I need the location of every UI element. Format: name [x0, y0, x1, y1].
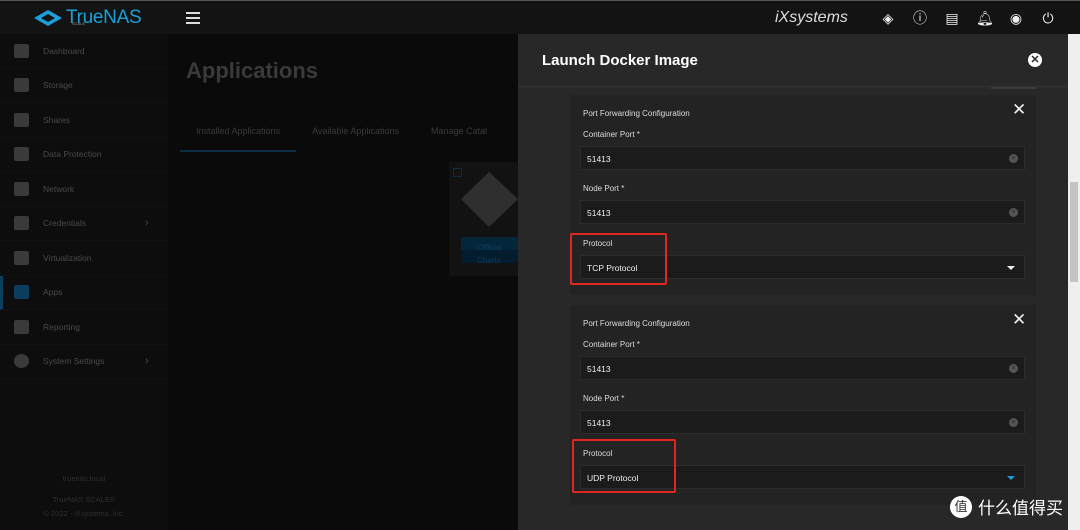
app-logo-icon	[461, 172, 518, 227]
power-icon[interactable]: ⏻	[1040, 10, 1056, 26]
bell-icon[interactable]: 🔔︎	[976, 10, 994, 26]
node-port-value: 51413	[587, 208, 611, 218]
chevron-right-icon: ›	[145, 355, 149, 368]
copyright: © 2022 - iXsystems, Inc.	[43, 509, 125, 518]
sidebar-item-apps[interactable]: Apps	[0, 275, 168, 310]
container-port-value: 51413	[587, 364, 611, 374]
sidebar-item-label: Reporting	[43, 321, 80, 332]
remove-card-button[interactable]: ✕	[1012, 100, 1026, 120]
dropdown-arrow-icon	[1007, 476, 1015, 480]
top-bar: TrueNAS SCALE iXsystems ◈ ⓘ ▤ 🔔︎ ◉ ⏻	[0, 0, 1080, 34]
sidebar-item-label: System Settings	[43, 356, 105, 367]
divider	[991, 87, 1037, 89]
menu-toggle-icon[interactable]	[186, 12, 200, 24]
sidebar-item-virtualization[interactable]: Virtualization	[0, 241, 168, 276]
clear-icon[interactable]: ×	[1009, 418, 1018, 427]
info-icon[interactable]: ⓘ	[912, 10, 928, 26]
brand-sub: SCALE	[72, 21, 86, 26]
sidebar-item-label: Storage	[43, 80, 73, 91]
sidebar-item-network[interactable]: Network	[0, 172, 168, 207]
gear-icon	[14, 354, 29, 369]
network-icon	[14, 181, 29, 196]
reporting-icon	[14, 319, 29, 334]
container-port-input[interactable]: 51413 ×	[580, 356, 1025, 380]
scrollbar-thumb[interactable]	[1070, 182, 1078, 282]
tab-manage-catalogs[interactable]: Manage Catalogs	[415, 122, 487, 152]
sidebar-item-credentials[interactable]: Credentials ›	[0, 207, 168, 241]
watermark-logo: 值	[950, 495, 972, 518]
card-title: Port Forwarding Configuration	[583, 109, 690, 118]
clipboard-icon[interactable]: ▤	[944, 10, 960, 26]
apps-icon	[14, 285, 29, 300]
panel-title: Launch Docker Image	[542, 52, 698, 69]
main-content: Applications Installed Applications Avai…	[168, 34, 518, 530]
watermark-text: 什么值得买	[978, 499, 1063, 518]
tab-installed-applications[interactable]: Installed Applications	[180, 122, 297, 152]
node-port-value: 51413	[587, 418, 611, 428]
sidebar-item-shares[interactable]: Shares	[0, 103, 168, 138]
sidebar-item-system-settings[interactable]: System Settings ›	[0, 345, 168, 379]
truecommand-icon[interactable]: ◈	[880, 10, 896, 26]
tab-available-applications[interactable]: Available Applications	[296, 122, 415, 152]
train-badge: Charts	[461, 250, 518, 265]
node-port-input[interactable]: 51413 ×	[580, 410, 1025, 434]
highlight-box	[570, 233, 667, 285]
catalog-badge: Official	[461, 237, 518, 252]
shield-icon	[14, 147, 29, 162]
card-title: Port Forwarding Configuration	[583, 319, 690, 328]
close-panel-button[interactable]: ✕	[1028, 53, 1042, 67]
node-port-label: Node Port *	[583, 394, 625, 403]
sidebar-item-data-protection[interactable]: Data Protection	[0, 138, 168, 172]
truenas-logo-icon	[34, 10, 62, 26]
key-icon	[14, 216, 29, 231]
scrollbar[interactable]	[1068, 34, 1080, 530]
sidebar-item-dashboard[interactable]: Dashboard	[0, 34, 168, 69]
laptop-icon	[14, 250, 29, 265]
remove-card-button[interactable]: ✕	[1012, 310, 1026, 330]
highlight-box	[572, 439, 676, 493]
badge-label: Charts	[477, 256, 501, 265]
clear-icon[interactable]: ×	[1009, 364, 1018, 373]
account-icon[interactable]: ◉	[1008, 10, 1024, 26]
sidebar-item-label: Virtualization	[43, 252, 92, 263]
sidebar-item-label: Credentials	[43, 218, 86, 229]
container-port-label: Container Port *	[583, 130, 640, 139]
sidebar: Dashboard Storage Shares Data Protection…	[0, 34, 168, 530]
storage-icon	[14, 78, 29, 93]
sidebar-item-label: Network	[43, 183, 75, 194]
dashboard-icon	[14, 43, 29, 58]
sidebar-item-label: Shares	[43, 114, 70, 125]
clear-icon[interactable]: ×	[1009, 208, 1018, 217]
sidebar-item-reporting[interactable]: Reporting	[0, 310, 168, 345]
container-port-input[interactable]: 51413 ×	[580, 146, 1025, 170]
sidebar-item-label: Dashboard	[43, 45, 85, 56]
dropdown-arrow-icon	[1007, 266, 1015, 270]
sidebar-item-label: Data Protection	[43, 149, 102, 160]
page-title: Applications	[186, 58, 319, 83]
node-port-label: Node Port *	[583, 184, 625, 193]
ixsystems-logo: iXsystems	[775, 9, 848, 26]
product-name: TrueNAS SCALE®	[52, 495, 116, 504]
container-port-label: Container Port *	[583, 340, 640, 349]
sidebar-item-storage[interactable]: Storage	[0, 69, 168, 103]
truenas-logo[interactable]: TrueNAS	[34, 7, 142, 29]
shares-icon	[14, 112, 29, 127]
watermark: 值 什么值得买	[950, 494, 1063, 519]
node-port-input[interactable]: 51413 ×	[580, 200, 1025, 224]
container-port-value: 51413	[587, 154, 611, 164]
clear-icon[interactable]: ×	[1009, 154, 1018, 163]
hostname: truenas.local	[62, 474, 106, 483]
sidebar-item-label: Apps	[43, 287, 63, 298]
app-card[interactable]: Official Charts	[449, 162, 518, 276]
chevron-right-icon: ›	[145, 217, 149, 230]
